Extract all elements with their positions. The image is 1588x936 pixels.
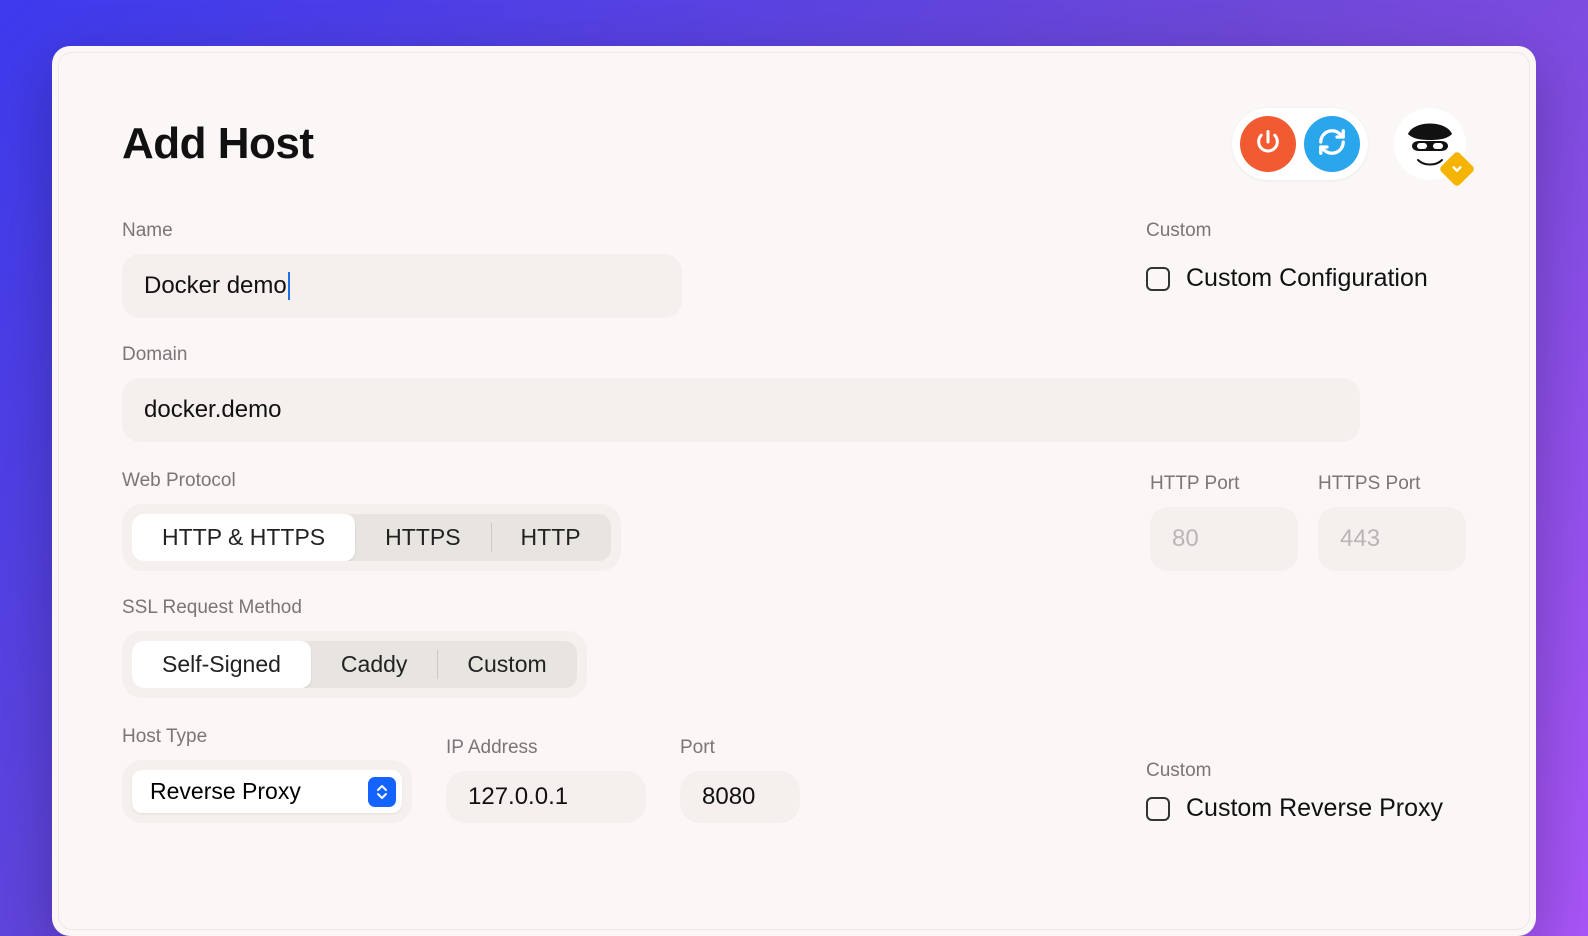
domain-value: docker.demo xyxy=(144,396,281,423)
host-type-label: Host Type xyxy=(122,726,412,748)
port-input[interactable]: 8080 xyxy=(680,771,800,823)
custom-configuration-checkbox[interactable] xyxy=(1146,267,1170,291)
port-label: Port xyxy=(680,737,800,759)
host-type-value: Reverse Proxy xyxy=(150,778,301,805)
custom-configuration-label: Custom Configuration xyxy=(1186,264,1428,293)
chevron-updown-icon xyxy=(368,777,396,807)
web-protocol-label: Web Protocol xyxy=(122,470,621,492)
custom-reverse-proxy-checkbox[interactable] xyxy=(1146,797,1170,821)
http-port-input[interactable] xyxy=(1150,507,1298,571)
web-protocol-segment: HTTP & HTTPS HTTPS HTTP xyxy=(132,514,611,561)
https-port-input[interactable] xyxy=(1318,507,1466,571)
host-type-select[interactable]: Reverse Proxy xyxy=(132,770,402,813)
domain-input[interactable]: docker.demo xyxy=(122,378,1360,442)
ip-input[interactable]: 127.0.0.1 xyxy=(446,771,646,823)
domain-label: Domain xyxy=(122,344,1466,366)
name-label: Name xyxy=(122,220,682,242)
custom-top-label: Custom xyxy=(1146,220,1466,242)
page-title: Add Host xyxy=(122,119,314,169)
power-icon xyxy=(1254,128,1282,161)
refresh-icon xyxy=(1317,127,1347,162)
header-action-pill xyxy=(1232,108,1368,180)
https-port-label: HTTPS Port xyxy=(1318,473,1466,495)
avatar[interactable] xyxy=(1394,108,1466,180)
ip-value: 127.0.0.1 xyxy=(468,783,568,810)
custom-reverse-proxy-label: Custom Reverse Proxy xyxy=(1186,794,1443,823)
power-button[interactable] xyxy=(1240,116,1296,172)
name-value: Docker demo xyxy=(144,272,290,300)
web-protocol-http[interactable]: HTTP xyxy=(491,514,611,561)
name-input[interactable]: Docker demo xyxy=(122,254,682,318)
ssl-method-segment: Self-Signed Caddy Custom xyxy=(132,641,577,688)
port-value: 8080 xyxy=(702,783,755,810)
web-protocol-https[interactable]: HTTPS xyxy=(355,514,490,561)
ssl-method-label: SSL Request Method xyxy=(122,597,1466,619)
ssl-self-signed[interactable]: Self-Signed xyxy=(132,641,311,688)
refresh-button[interactable] xyxy=(1304,116,1360,172)
ssl-caddy[interactable]: Caddy xyxy=(311,641,437,688)
web-protocol-http-https[interactable]: HTTP & HTTPS xyxy=(132,514,355,561)
ip-label: IP Address xyxy=(446,737,646,759)
http-port-label: HTTP Port xyxy=(1150,473,1298,495)
app-window: Add Host xyxy=(52,46,1536,936)
ssl-custom[interactable]: Custom xyxy=(437,641,576,688)
custom-bottom-label: Custom xyxy=(1146,760,1466,782)
